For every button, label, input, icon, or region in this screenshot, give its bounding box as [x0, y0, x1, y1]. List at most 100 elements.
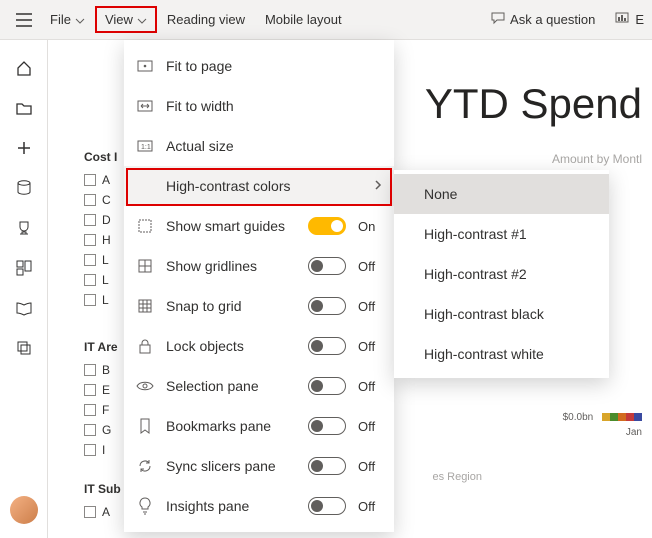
- toggle-switch[interactable]: [308, 417, 346, 435]
- chevron-down-icon: [137, 12, 147, 27]
- menu-item-sync-slicers[interactable]: Sync slicers pane Off: [124, 446, 394, 486]
- checkbox-row[interactable]: C: [84, 190, 117, 210]
- checkbox-row[interactable]: E: [84, 380, 118, 400]
- menu-label: Show smart guides: [166, 218, 296, 234]
- menu-item-fit-to-page[interactable]: Fit to page: [124, 46, 394, 86]
- gridlines-icon: [136, 258, 154, 274]
- field-group-title: IT Are: [84, 340, 118, 354]
- menu-item-gridlines[interactable]: Show gridlines Off: [124, 246, 394, 286]
- reading-view-button[interactable]: Reading view: [157, 6, 255, 33]
- menu-label: Lock objects: [166, 338, 296, 354]
- submenu-item-hcwhite[interactable]: High-contrast white: [394, 334, 609, 374]
- chevron-right-icon: [374, 178, 382, 194]
- lock-icon: [136, 338, 154, 354]
- file-menu[interactable]: File: [40, 6, 95, 33]
- menu-item-selection-pane[interactable]: Selection pane Off: [124, 366, 394, 406]
- bulb-icon: [136, 497, 154, 515]
- toggle-state: Off: [358, 259, 382, 274]
- top-right-partial[interactable]: E: [605, 5, 644, 34]
- menu-item-high-contrast[interactable]: High-contrast colors: [124, 166, 394, 206]
- view-dropdown-menu: Fit to page Fit to width 1:1 Actual size…: [124, 40, 394, 532]
- chevron-down-icon: [75, 12, 85, 27]
- toggle-switch[interactable]: [308, 257, 346, 275]
- menu-item-snap-grid[interactable]: Snap to grid Off: [124, 286, 394, 326]
- icon-partial: [615, 11, 631, 28]
- menu-item-lock-objects[interactable]: Lock objects Off: [124, 326, 394, 366]
- color-swatches: [602, 413, 642, 421]
- toggle-switch[interactable]: [308, 297, 346, 315]
- region-text: es Region: [432, 471, 482, 483]
- menu-item-insights-pane[interactable]: Insights pane Off: [124, 486, 394, 526]
- checkbox-icon: [84, 274, 96, 286]
- menu-label: Insights pane: [166, 498, 296, 514]
- menu-label: Fit to width: [166, 98, 382, 114]
- toggle-switch[interactable]: [308, 377, 346, 395]
- checkbox-row[interactable]: L: [84, 270, 117, 290]
- field-group-itsub: IT Sub A: [84, 482, 121, 522]
- file-label: File: [50, 12, 71, 27]
- toggle-state: Off: [358, 499, 382, 514]
- checkbox-icon: [84, 214, 96, 226]
- home-icon[interactable]: [14, 58, 34, 78]
- swatch: [626, 413, 634, 421]
- checkbox-icon: [84, 384, 96, 396]
- menu-item-bookmarks-pane[interactable]: Bookmarks pane Off: [124, 406, 394, 446]
- high-contrast-submenu: None High-contrast #1 High-contrast #2 H…: [394, 170, 609, 378]
- svg-text:1:1: 1:1: [141, 144, 151, 151]
- checkbox-icon: [84, 294, 96, 306]
- menu-label: Sync slicers pane: [166, 458, 296, 474]
- checkbox-row[interactable]: L: [84, 250, 117, 270]
- menu-item-actual-size[interactable]: 1:1 Actual size: [124, 126, 394, 166]
- submenu-item-hcblack[interactable]: High-contrast black: [394, 294, 609, 334]
- checkbox-row[interactable]: L: [84, 290, 117, 310]
- ask-question-button[interactable]: Ask a question: [480, 5, 605, 34]
- smart-guides-icon: [136, 218, 154, 234]
- menu-item-fit-to-width[interactable]: Fit to width: [124, 86, 394, 126]
- left-nav: [0, 40, 48, 538]
- checkbox-row[interactable]: A: [84, 502, 121, 522]
- dashboard-icon[interactable]: [14, 258, 34, 278]
- toggle-switch[interactable]: [308, 217, 346, 235]
- menu-label: High-contrast colors: [166, 178, 362, 194]
- mobile-layout-button[interactable]: Mobile layout: [255, 6, 352, 33]
- swatch: [634, 413, 642, 421]
- submenu-item-none[interactable]: None: [394, 174, 609, 214]
- checkbox-row[interactable]: B: [84, 360, 118, 380]
- checkbox-icon: [84, 444, 96, 456]
- toggle-switch[interactable]: [308, 457, 346, 475]
- toggle-state: Off: [358, 299, 382, 314]
- checkbox-row[interactable]: H: [84, 230, 117, 250]
- submenu-item-hc2[interactable]: High-contrast #2: [394, 254, 609, 294]
- trophy-icon[interactable]: [14, 218, 34, 238]
- field-group-title: Cost I: [84, 150, 117, 164]
- checkbox-icon: [84, 404, 96, 416]
- swatch: [602, 413, 610, 421]
- checkbox-row[interactable]: I: [84, 440, 118, 460]
- checkbox-row[interactable]: F: [84, 400, 118, 420]
- copy-icon[interactable]: [14, 338, 34, 358]
- avatar[interactable]: [10, 496, 38, 524]
- report-title: YTD Spend: [425, 80, 642, 128]
- fit-width-icon: [136, 100, 154, 112]
- checkbox-row[interactable]: D: [84, 210, 117, 230]
- checkbox-row[interactable]: G: [84, 420, 118, 440]
- toggle-switch[interactable]: [308, 337, 346, 355]
- field-group-itarea: IT Are B E F G I: [84, 340, 118, 460]
- toggle-state: Off: [358, 379, 382, 394]
- menu-label: Bookmarks pane: [166, 418, 296, 434]
- checkbox-row[interactable]: A: [84, 170, 117, 190]
- database-icon[interactable]: [14, 178, 34, 198]
- folder-icon[interactable]: [14, 98, 34, 118]
- add-icon[interactable]: [14, 138, 34, 158]
- menu-label: Show gridlines: [166, 258, 296, 274]
- menu-item-smart-guides[interactable]: Show smart guides On: [124, 206, 394, 246]
- sync-icon: [136, 458, 154, 474]
- submenu-item-hc1[interactable]: High-contrast #1: [394, 214, 609, 254]
- toggle-switch[interactable]: [308, 497, 346, 515]
- view-menu-button[interactable]: View: [95, 6, 157, 33]
- hamburger-icon[interactable]: [8, 13, 40, 27]
- toggle-state: Off: [358, 459, 382, 474]
- snap-grid-icon: [136, 298, 154, 314]
- comment-icon: [490, 11, 506, 28]
- book-icon[interactable]: [14, 298, 34, 318]
